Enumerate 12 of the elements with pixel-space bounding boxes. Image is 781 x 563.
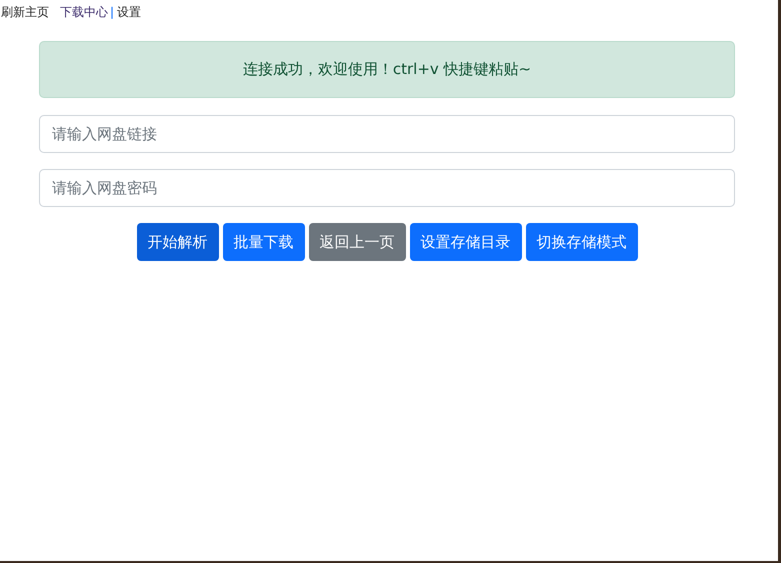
- separator: |: [110, 5, 114, 19]
- action-button[interactable]: 设置存储目录: [410, 223, 522, 261]
- nav-link[interactable]: 下载中心: [60, 4, 108, 20]
- nav-link[interactable]: 设置: [117, 4, 142, 20]
- input-field[interactable]: 请输入网盘密码: [39, 169, 735, 207]
- action-button[interactable]: 批量下载: [222, 223, 304, 261]
- action-button[interactable]: 切换存储模式: [526, 223, 638, 261]
- nav-link[interactable]: 刷新主页: [1, 4, 49, 20]
- action-button[interactable]: 开始解析: [136, 223, 218, 261]
- success-alert: 连接成功，欢迎使用！ctrl+v 快捷键粘贴~: [39, 41, 735, 98]
- input-field[interactable]: 请输入网盘链接: [39, 115, 735, 153]
- action-button[interactable]: 返回上一页: [308, 223, 406, 261]
